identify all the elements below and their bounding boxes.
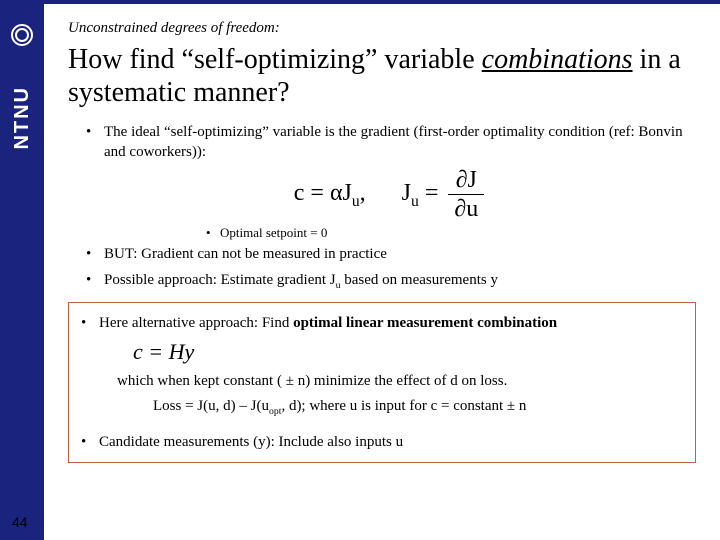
sub-bullet-1: • Optimal setpoint = 0 — [206, 225, 696, 241]
bullet-dot-icon: • — [86, 271, 104, 291]
bullet-dot-icon: • — [206, 225, 220, 241]
slide-content: Unconstrained degrees of freedom: How fi… — [44, 4, 720, 540]
eq1-lhs: c = αJu — [294, 180, 360, 206]
bullet-3-text: Possible approach: Estimate gradient Ju … — [104, 271, 696, 293]
ntnu-logo-text: NTNU — [11, 86, 34, 150]
bullet-dot-icon: • — [86, 245, 104, 265]
bullet-dot-icon: • — [81, 432, 99, 452]
bullet-2-text: BUT: Gradient can not be measured in pra… — [104, 245, 696, 265]
box-line-2: Loss = J(u, d) – J(uopt, d); where u is … — [153, 396, 683, 418]
box-line-1: which when kept constant ( ± n) minimize… — [117, 371, 683, 391]
box-bullet-1: • Here alternative approach: Find optima… — [81, 313, 683, 333]
box-bullet-1-text: Here alternative approach: Find optimal … — [99, 313, 557, 333]
eq1-rhs: Ju = ∂J∂u — [402, 180, 489, 206]
slide-title: How find “self-optimizing” variable comb… — [68, 43, 696, 109]
bullet-dot-icon: • — [81, 313, 99, 333]
box-bullet-2: • Candidate measurements (y): Include al… — [81, 432, 683, 452]
bullet-dot-icon: • — [86, 123, 104, 143]
slide: NTNU Unconstrained degrees of freedom: H… — [0, 0, 720, 540]
ntnu-logo-mark-icon — [11, 24, 33, 46]
highlight-box: • Here alternative approach: Find optima… — [68, 302, 696, 463]
eq1-sep: , — [360, 180, 366, 206]
equation-c-hy: c = Hy — [133, 339, 683, 365]
ntnu-sidebar: NTNU — [0, 4, 44, 540]
bullet-1: • The ideal “self-optimizing” variable i… — [86, 123, 696, 162]
bullet-2: • BUT: Gradient can not be measured in p… — [86, 245, 696, 265]
title-part-a: How find “self-optimizing” variable — [68, 44, 482, 75]
pretitle: Unconstrained degrees of freedom: — [68, 20, 696, 37]
box-bullet-2-text: Candidate measurements (y): Include also… — [99, 432, 403, 452]
title-combinations: combinations — [482, 44, 633, 75]
bullet-1-text: The ideal “self-optimizing” variable is … — [104, 123, 696, 162]
page-number: 44 — [12, 514, 28, 530]
bullet-3: • Possible approach: Estimate gradient J… — [86, 271, 696, 293]
sub-bullet-1-text: Optimal setpoint = 0 — [220, 225, 327, 241]
equation-gradient: c = αJu, Ju = ∂J∂u — [86, 168, 696, 221]
bullet-list: • The ideal “self-optimizing” variable i… — [86, 123, 696, 292]
